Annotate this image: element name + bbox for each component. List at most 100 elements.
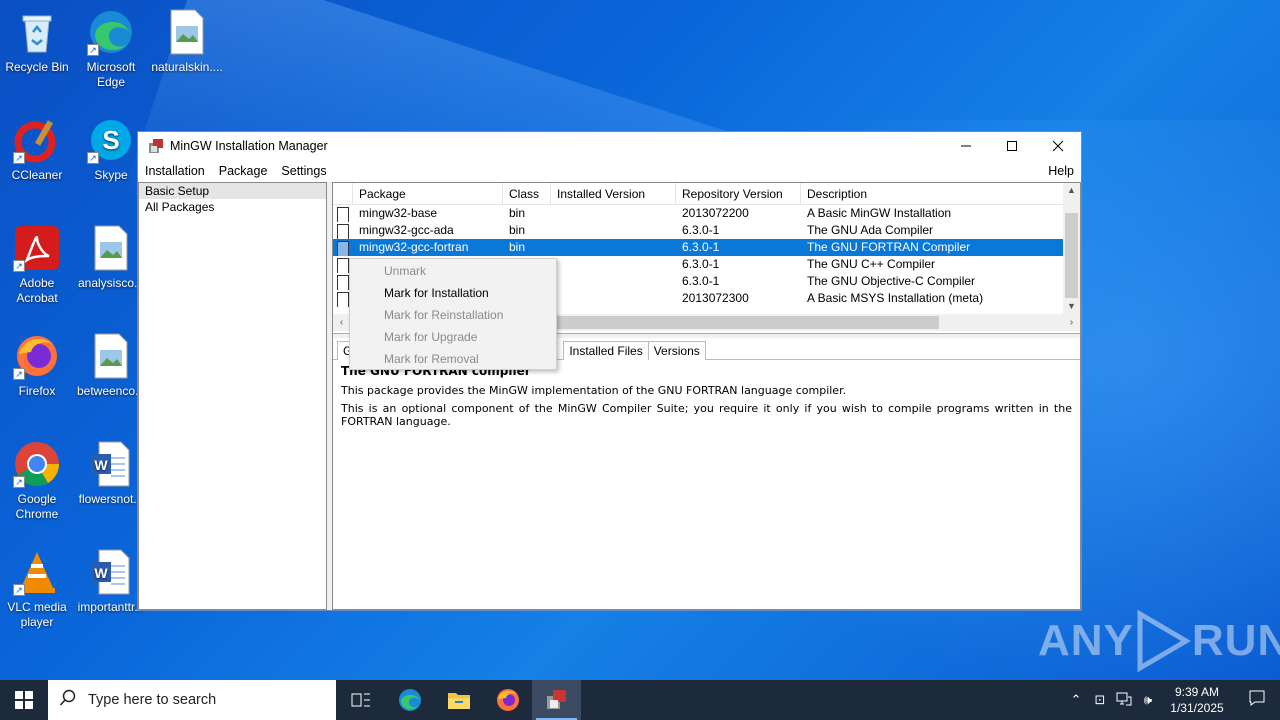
cell-installed-version <box>551 290 676 307</box>
taskbar: Type here to search ⌃ ⊡ 🕪 9:39 AM 1/31/2… <box>0 680 1280 720</box>
header-description[interactable]: Description <box>801 183 1065 205</box>
cell-package: mingw32-base <box>359 206 438 220</box>
word-document-icon: W <box>87 548 135 596</box>
tab-versions[interactable]: Versions <box>647 341 706 360</box>
clock[interactable]: 9:39 AM 1/31/2025 <box>1160 684 1234 716</box>
network-icon[interactable] <box>1112 692 1136 709</box>
firefox-icon: ↗ <box>13 332 61 380</box>
taskbar-search-box[interactable]: Type here to search <box>48 680 336 720</box>
cell-installed-version <box>551 256 676 273</box>
cell-installed-version <box>551 205 676 222</box>
package-checkbox[interactable] <box>337 258 349 273</box>
start-button[interactable] <box>0 680 48 720</box>
desktop-icon-label: Firefox <box>18 384 56 398</box>
cell-class: bin <box>509 223 526 237</box>
taskbar-edge[interactable] <box>385 680 434 720</box>
edge-icon: ↗ <box>87 8 135 56</box>
cell-class: bin <box>509 206 526 220</box>
device-icon[interactable]: ⊡ <box>1088 692 1112 708</box>
cell-class: bin <box>509 240 526 254</box>
desktop-icon-recycle-bin[interactable]: Recycle Bin <box>0 8 74 75</box>
cell-installed-version <box>551 239 676 256</box>
skype-icon: S ↗ <box>87 116 135 164</box>
header-repository-version[interactable]: Repository Version <box>676 183 801 205</box>
desktop-icon-google-chrome[interactable]: ↗ Google Chrome <box>0 440 74 522</box>
menu-item-mark-for-removal: Mark for Removal <box>384 352 479 366</box>
menu-installation[interactable]: Installation <box>138 164 212 178</box>
volume-icon[interactable]: 🕪 <box>1136 692 1160 708</box>
maximize-button[interactable] <box>989 132 1035 160</box>
table-row-selected[interactable]: mingw32-gcc-fortran bin 6.3.0-1 The GNU … <box>333 239 1080 256</box>
scroll-left-icon[interactable]: ‹ <box>333 314 350 331</box>
cell-description: The GNU FORTRAN Compiler <box>807 240 971 254</box>
title-bar[interactable]: MinGW Installation Manager <box>138 132 1081 160</box>
menu-item-mark-for-installation[interactable]: Mark for Installation <box>350 282 556 304</box>
header-installed-version[interactable]: Installed Version <box>551 183 676 205</box>
tab-installed-files[interactable]: Installed Files <box>563 341 649 360</box>
desktop-icon-ccleaner[interactable]: ↗ CCleaner <box>0 116 74 183</box>
menu-bar: Installation Package Settings Help <box>138 160 1081 182</box>
acrobat-icon: ↗ <box>13 224 61 272</box>
watermark-text-left: ANY <box>1038 616 1134 665</box>
package-checkbox[interactable] <box>337 292 349 307</box>
table-row[interactable]: mingw32-base bin 2013072200 A Basic MinG… <box>333 205 1080 222</box>
scroll-down-icon[interactable]: ▼ <box>1063 299 1080 314</box>
minimize-button[interactable] <box>943 132 989 160</box>
desktop-icon-naturalskin[interactable]: naturalskin.... <box>150 8 224 75</box>
scroll-up-icon[interactable]: ▲ <box>1063 183 1080 198</box>
desktop-icon-label: VLC media player <box>7 600 67 629</box>
category-basic-setup[interactable]: Basic Setup <box>139 183 326 199</box>
vertical-scroll-thumb[interactable] <box>1065 213 1078 298</box>
shortcut-arrow-icon: ↗ <box>87 44 99 56</box>
package-checkbox[interactable] <box>337 241 349 256</box>
desktop-icon-adobe-acrobat[interactable]: ↗ Adobe Acrobat <box>0 224 74 306</box>
header-class[interactable]: Class <box>503 183 551 205</box>
menu-help[interactable]: Help <box>1041 164 1081 178</box>
menu-package[interactable]: Package <box>212 164 275 178</box>
image-file-icon <box>163 8 211 56</box>
taskbar-firefox[interactable] <box>483 680 532 720</box>
category-tree: Basic Setup All Packages <box>138 182 327 610</box>
notification-center-icon[interactable] <box>1234 689 1280 712</box>
desktop-icon-firefox[interactable]: ↗ Firefox <box>0 332 74 399</box>
package-checkbox[interactable] <box>337 224 349 239</box>
close-button[interactable] <box>1035 132 1081 160</box>
cell-installed-version <box>551 273 676 290</box>
clock-date: 1/31/2025 <box>1170 701 1224 715</box>
search-placeholder: Type here to search <box>88 692 217 708</box>
ccleaner-icon: ↗ <box>13 116 61 164</box>
edge-icon <box>398 689 421 711</box>
header-package[interactable]: Package <box>353 183 503 205</box>
task-view-button[interactable] <box>336 680 385 720</box>
folder-icon <box>447 693 470 709</box>
desktop-icon-vlc[interactable]: ↗ VLC media player <box>0 548 74 630</box>
menu-item-mark-for-upgrade: Mark for Upgrade <box>384 330 478 344</box>
cell-description: The GNU Ada Compiler <box>807 223 934 237</box>
cell-repository-version: 6.3.0-1 <box>682 240 720 254</box>
cell-repository-version: 2013072200 <box>682 206 749 220</box>
taskbar-file-explorer[interactable] <box>434 680 483 720</box>
show-hidden-icons-chevron-icon[interactable]: ⌃ <box>1064 692 1088 708</box>
vertical-scrollbar[interactable]: ▲ ▼ <box>1063 183 1080 314</box>
table-row[interactable]: mingw32-gcc-ada bin 6.3.0-1 The GNU Ada … <box>333 222 1080 239</box>
scroll-right-icon[interactable]: › <box>1063 314 1080 331</box>
clock-time: 9:39 AM <box>1174 685 1220 699</box>
package-description: The GNU FORTRAN compiler This package pr… <box>341 365 1072 433</box>
menu-item-unmark: Unmark <box>384 264 427 278</box>
menu-settings[interactable]: Settings <box>274 164 333 178</box>
package-checkbox[interactable] <box>337 275 349 290</box>
desktop-icon-microsoft-edge[interactable]: ↗ Microsoft Edge <box>74 8 148 90</box>
image-file-icon <box>87 332 135 380</box>
firefox-icon <box>496 689 519 711</box>
cell-description: A Basic MinGW Installation <box>807 206 952 220</box>
window-title: MinGW Installation Manager <box>170 139 328 153</box>
cell-repository-version: 6.3.0-1 <box>682 223 720 237</box>
shortcut-arrow-icon: ↗ <box>87 152 99 164</box>
cell-repository-version: 2013072300 <box>682 291 749 305</box>
cell-installed-version <box>551 222 676 239</box>
header-checkbox-column[interactable] <box>333 183 353 205</box>
package-checkbox[interactable] <box>337 207 349 222</box>
category-all-packages[interactable]: All Packages <box>139 199 326 215</box>
taskbar-mingw[interactable] <box>532 680 581 720</box>
cell-repository-version: 6.3.0-1 <box>682 257 720 271</box>
